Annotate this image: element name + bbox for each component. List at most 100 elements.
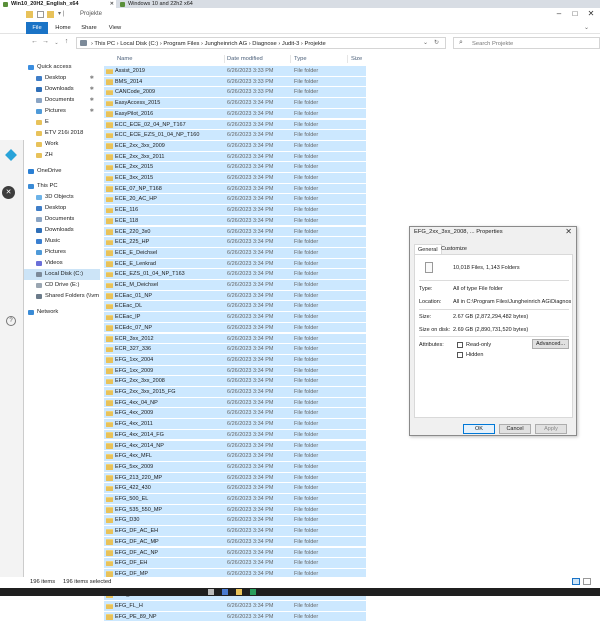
sidebar-item[interactable]: Work	[24, 139, 100, 150]
table-row[interactable]: EasyAccess_2015 6/26/2023 3:34 PM File fol…	[104, 98, 366, 109]
sidebar-item[interactable]: OneDrive	[24, 166, 100, 177]
table-row[interactable]: ECE_118 6/26/2023 3:34 PM File folder	[104, 215, 366, 227]
taskbar-app-icon[interactable]	[222, 589, 228, 595]
recent-locations-icon[interactable]: ⌄	[52, 40, 61, 46]
table-row[interactable]: EFG_422_430 6/26/2023 3:34 PM File folder	[104, 483, 366, 494]
table-row[interactable]: ECE_EZS_01_04_NP_T163 6/26/2023 3:34 PM Fi…	[104, 269, 366, 280]
table-row[interactable]: EFG_DF_AC_EH 6/26/2023 3:34 PM File folder	[104, 526, 366, 537]
sidebar-item[interactable]: Pictures	[24, 247, 100, 258]
sidebar-item[interactable]: Desktop	[24, 203, 100, 214]
up-button[interactable]: ↑	[62, 38, 71, 45]
column-header-size[interactable]: Size	[351, 54, 362, 64]
search-box[interactable]: ⌕ Search Projekte	[453, 37, 600, 49]
table-row[interactable]: EFG_2xx_3xx_2008 6/26/2023 3:34 PM File fo…	[104, 376, 366, 387]
table-row[interactable]: ECC_ECE_02_04_NP_T167 6/26/2023 3:34 PM Fi…	[104, 119, 366, 131]
table-row[interactable]: EFG_535_550_MP 6/26/2023 3:34 PM File fold…	[104, 504, 366, 516]
vm-tab-windows10-22h2[interactable]: Windows 10 and 22h2 x64	[117, 0, 207, 8]
tab-home[interactable]: Home	[52, 22, 74, 34]
table-row[interactable]: EFG_5xx_2009 6/26/2023 3:34 PM File folder	[104, 461, 366, 473]
table-row[interactable]: ECEac_IP 6/26/2023 3:34 PM File folder	[104, 312, 366, 323]
table-row[interactable]: ECEdc_07_NP 6/26/2023 3:34 PM File folder	[104, 322, 366, 334]
sidebar-item[interactable]: Quick access	[24, 62, 100, 73]
sidebar-item[interactable]: ETV 216i 2018	[24, 128, 100, 139]
table-row[interactable]: ECE_116 6/26/2023 3:34 PM File folder	[104, 205, 366, 216]
table-row[interactable]: ECEac_01_NP 6/26/2023 3:34 PM File folder	[104, 290, 366, 302]
table-row[interactable]: Assist_2019 6/26/2023 3:33 PM File folder	[104, 66, 366, 77]
table-row[interactable]: EFG_FL_H 6/26/2023 3:34 PM File folder	[104, 601, 366, 612]
table-row[interactable]: EFG_PE_89_NP 6/26/2023 3:34 PM File folder	[104, 611, 366, 622]
table-row[interactable]: EFG_1xx_2004 6/26/2023 3:34 PM File folder	[104, 354, 366, 366]
tab-share[interactable]: Share	[78, 22, 100, 34]
maximize-button[interactable]: □	[568, 9, 582, 18]
table-row[interactable]: ECE_220_3x0 6/26/2023 3:34 PM File folder	[104, 226, 366, 238]
advanced-button[interactable]: Advanced...	[532, 339, 569, 349]
table-row[interactable]: CANCode_2009 6/26/2023 3:33 PM File folder	[104, 87, 366, 99]
table-row[interactable]: EFG_DF_AC_MP 6/26/2023 3:34 PM File folder	[104, 536, 366, 548]
table-row[interactable]: ECE_M_Deichsel 6/26/2023 3:34 PM File fold…	[104, 280, 366, 291]
sidebar-item[interactable]: ZH	[24, 150, 100, 161]
column-separator[interactable]	[290, 55, 291, 63]
sidebar-item[interactable]: Shared Folders (\\vm	[24, 291, 100, 302]
sidebar-item[interactable]: Downloads ✱	[24, 84, 100, 95]
table-row[interactable]: ECR_3xx_2012 6/26/2023 3:34 PM File folder	[104, 333, 366, 345]
sidebar-item[interactable]: Documents ✱	[24, 95, 100, 106]
refresh-icon[interactable]: ↻	[434, 39, 439, 46]
table-row[interactable]: ECE_2xx_3xx_2011 6/26/2023 3:34 PM File fo…	[104, 151, 366, 163]
close-icon[interactable]: ✕	[2, 186, 15, 199]
table-row[interactable]: EFG_D30 6/26/2023 3:34 PM File folder	[104, 515, 366, 527]
sidebar-item[interactable]: E	[24, 117, 100, 128]
table-row[interactable]: ECE_3xx_2015 6/26/2023 3:34 PM File folder	[104, 173, 366, 184]
help-icon[interactable]: ?	[6, 316, 16, 326]
column-separator[interactable]	[347, 55, 348, 63]
table-row[interactable]: ECE_2xx_3xx_2009 6/26/2023 3:34 PM File fo…	[104, 140, 366, 152]
table-row[interactable]: EFG_500_EL 6/26/2023 3:34 PM File folder	[104, 494, 366, 505]
table-row[interactable]: EFG_213_220_MP 6/26/2023 3:34 PM File fold…	[104, 472, 366, 484]
back-button[interactable]: ←	[30, 38, 39, 45]
column-header-date[interactable]: Date modified	[227, 54, 263, 64]
close-window-button[interactable]: ✕	[584, 9, 598, 18]
table-row[interactable]: EFG_4xx_2011 6/26/2023 3:34 PM File folder	[104, 419, 366, 430]
taskbar-app-icon[interactable]	[208, 589, 214, 595]
table-row[interactable]: ECC_ECE_EZS_01_04_NP_T160 6/26/2023 3:34 …	[104, 130, 366, 141]
table-row[interactable]: EFG_4xx_2014_FG 6/26/2023 3:34 PM File fol…	[104, 429, 366, 441]
table-row[interactable]: ECR_327_336 6/26/2023 3:34 PM File folder	[104, 344, 366, 355]
expand-ribbon-icon[interactable]: ⌄	[584, 24, 589, 31]
table-row[interactable]: ECE_E_Deichsel 6/26/2023 3:34 PM File fold…	[104, 247, 366, 259]
close-icon[interactable]: ✕	[110, 0, 114, 8]
table-row[interactable]: EasyPilot_2016 6/26/2023 3:34 PM File fold…	[104, 108, 366, 120]
sidebar-item[interactable]: Local Disk (C:)	[24, 269, 100, 280]
sidebar-item[interactable]: Music	[24, 236, 100, 247]
table-row[interactable]: EFG_1xx_2009 6/26/2023 3:34 PM File folder	[104, 365, 366, 377]
table-row[interactable]: EFG_4xx_2014_NP 6/26/2023 3:34 PM File fol…	[104, 440, 366, 452]
table-row[interactable]: ECEac_DL 6/26/2023 3:34 PM File folder	[104, 301, 366, 313]
properties-icon[interactable]	[37, 11, 44, 18]
ok-button[interactable]: OK	[463, 424, 495, 434]
vm-tab-win10[interactable]: Win10_20H2_English_x64 ✕	[0, 0, 116, 8]
table-row[interactable]: EFG_DF_EH 6/26/2023 3:34 PM File folder	[104, 558, 366, 569]
column-header-name[interactable]: Name	[117, 54, 132, 64]
table-row[interactable]: EFG_4xx_04_NP 6/26/2023 3:34 PM File folde…	[104, 397, 366, 409]
table-row[interactable]: ECE_20_AC_HP 6/26/2023 3:34 PM File folder	[104, 194, 366, 206]
cancel-button[interactable]: Cancel	[499, 424, 531, 434]
details-view-icon[interactable]	[572, 578, 580, 585]
sidebar-item[interactable]: 3D Objects	[24, 192, 100, 203]
table-row[interactable]: ECE_225_HP 6/26/2023 3:34 PM File folder	[104, 237, 366, 248]
forward-button[interactable]: →	[41, 38, 50, 45]
table-row[interactable]: EFG_4xx_MFL 6/26/2023 3:34 PM File folder	[104, 451, 366, 462]
table-row[interactable]: ECE_2xx_2015 6/26/2023 3:34 PM File folder	[104, 162, 366, 173]
table-row[interactable]: EFG_2xx_3xx_2015_FG 6/26/2023 3:34 PM File…	[104, 387, 366, 398]
table-row[interactable]: BMS_2014 6/26/2023 3:33 PM File folder	[104, 76, 366, 88]
column-separator[interactable]	[224, 55, 225, 63]
table-row[interactable]: ECE_E_Lenkrad 6/26/2023 3:34 PM File folde…	[104, 258, 366, 270]
taskbar-app-icon[interactable]	[236, 589, 242, 595]
sidebar-item[interactable]: Desktop ✱	[24, 73, 100, 84]
sidebar-item[interactable]: CD Drive (E:)	[24, 280, 100, 291]
tab-view[interactable]: View	[104, 22, 126, 34]
dialog-close-button[interactable]: ✕	[565, 227, 572, 236]
readonly-checkbox[interactable]	[457, 342, 463, 348]
customize-toolbar-icon[interactable]: ▾ |	[58, 10, 64, 17]
sidebar-item[interactable]: Documents	[24, 214, 100, 225]
new-folder-icon[interactable]	[47, 11, 54, 18]
table-row[interactable]: EFG_4xx_2009 6/26/2023 3:34 PM File folder	[104, 408, 366, 420]
sidebar-item[interactable]: Downloads	[24, 225, 100, 236]
